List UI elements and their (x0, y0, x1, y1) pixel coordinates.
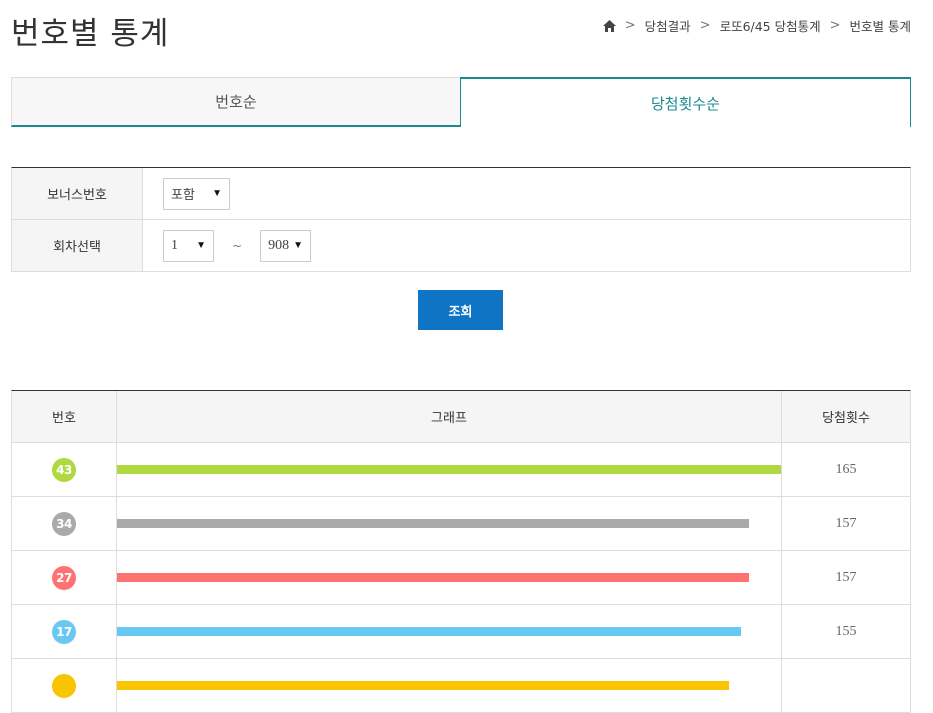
header-count: 당첨횟수 (822, 411, 870, 426)
graph-cell (117, 605, 782, 658)
table-row: 27 157 (12, 551, 910, 605)
bonus-select[interactable]: 포함 ▼ (163, 177, 230, 210)
results-table: 번호 그래프 당첨횟수 43 165 34 157 27 157 17 155 (11, 390, 911, 713)
header-graph: 그래프 (117, 391, 782, 442)
results-rows: 43 165 34 157 27 157 17 155 (12, 443, 910, 713)
tab-number-order[interactable]: 번호순 (11, 77, 461, 127)
range-separator: ~ (232, 238, 243, 253)
number-cell: 34 (12, 497, 117, 550)
graph-cell (117, 497, 782, 550)
count-cell (782, 659, 910, 712)
round-from-select[interactable]: 1 ▼ (163, 229, 214, 262)
chevron-right-icon: > (829, 18, 841, 33)
round-from-value: 1 (171, 237, 178, 253)
page-title: 번호별 통계 (11, 16, 170, 52)
count-value: 165 (835, 461, 857, 477)
round-to-value: 908 (268, 237, 290, 253)
bonus-select-value: 포함 (171, 188, 195, 203)
breadcrumb: > 당첨결과 > 로또6/45 당첨통계 > 번호별 통계 (602, 16, 911, 35)
count-bar (117, 573, 749, 582)
number-ball: 34 (52, 511, 76, 536)
number-ball: 17 (52, 619, 76, 644)
breadcrumb-item-stats[interactable]: 로또6/45 당첨통계 (720, 16, 821, 35)
dropdown-arrow-icon: ▼ (196, 240, 206, 251)
tab-count-order[interactable]: 당첨횟수순 (460, 77, 911, 127)
number-cell (12, 659, 117, 712)
graph-cell (117, 443, 782, 496)
table-row: 34 157 (12, 497, 910, 551)
graph-cell (117, 659, 782, 712)
home-icon[interactable] (602, 19, 616, 32)
dropdown-arrow-icon: ▼ (293, 240, 304, 251)
results-header: 번호 그래프 당첨횟수 (12, 391, 910, 443)
round-label: 회차선택 (12, 220, 143, 271)
filter-table: 보너스번호 포함 ▼ 회차선택 1 ▼ ~ 908 ▼ (11, 167, 911, 272)
chevron-right-icon: > (624, 18, 636, 33)
number-ball: 43 (52, 457, 76, 482)
count-value: 155 (835, 623, 857, 639)
bonus-label: 보너스번호 (12, 168, 143, 219)
number-ball (52, 673, 76, 698)
round-to-select[interactable]: 908 ▼ (260, 229, 312, 262)
count-bar (117, 465, 781, 474)
number-ball: 27 (52, 565, 76, 590)
number-cell: 27 (12, 551, 117, 604)
table-row: 43 165 (12, 443, 910, 497)
count-bar (117, 681, 729, 690)
count-cell: 165 (782, 443, 910, 496)
count-cell: 157 (782, 551, 910, 604)
header-number: 번호 (12, 391, 117, 442)
search-button[interactable]: 조회 (418, 290, 503, 330)
filter-row-bonus: 보너스번호 포함 ▼ (12, 168, 910, 219)
table-row: 17 155 (12, 605, 910, 659)
count-value: 157 (835, 515, 857, 531)
count-bar (117, 519, 749, 528)
number-cell: 17 (12, 605, 117, 658)
table-row (12, 659, 910, 713)
count-cell: 155 (782, 605, 910, 658)
number-cell: 43 (12, 443, 117, 496)
count-bar (117, 627, 741, 636)
count-value: 157 (835, 569, 857, 585)
breadcrumb-item-current: 번호별 통계 (849, 19, 911, 34)
chevron-right-icon: > (699, 18, 711, 33)
breadcrumb-item-results[interactable]: 당첨결과 (645, 16, 691, 35)
sort-tabs: 번호순 당첨횟수순 (11, 77, 911, 127)
graph-cell (117, 551, 782, 604)
filter-row-round: 회차선택 1 ▼ ~ 908 ▼ (12, 219, 910, 271)
count-cell: 157 (782, 497, 910, 550)
dropdown-arrow-icon: ▼ (212, 188, 222, 199)
